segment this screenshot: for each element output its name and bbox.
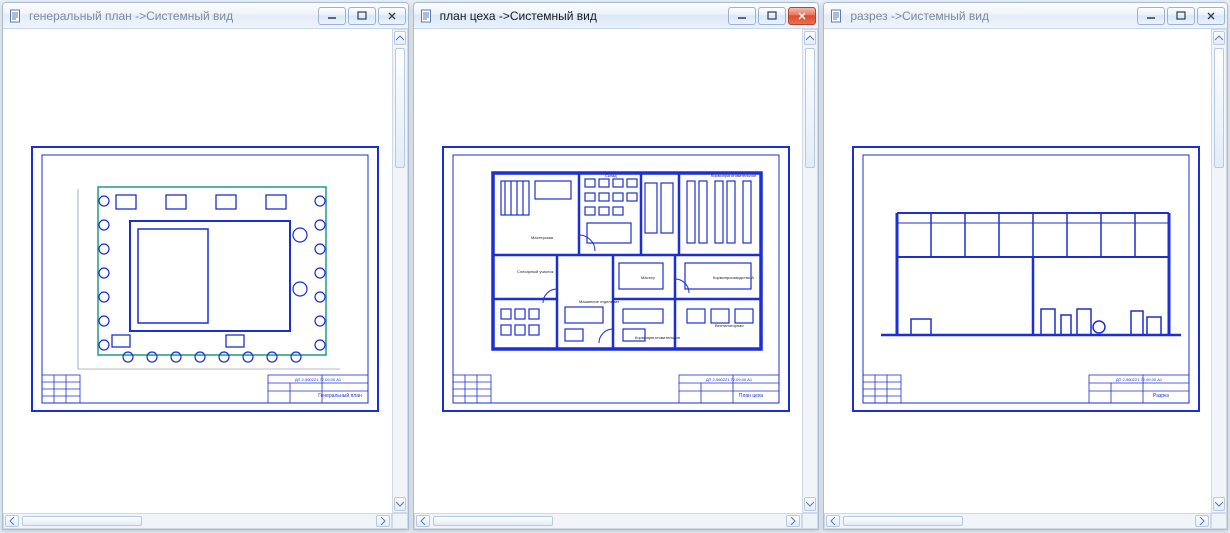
scroll-up-button[interactable] bbox=[394, 31, 406, 45]
scroll-thumb[interactable] bbox=[843, 516, 963, 526]
scroll-left-button[interactable] bbox=[5, 515, 19, 527]
drawing-viewport[interactable]: ДП 2-560221.72.09.00 А1 Генеральный план bbox=[3, 29, 408, 529]
close-button[interactable] bbox=[788, 7, 816, 25]
svg-text:План цеха: План цеха bbox=[739, 393, 763, 399]
scrollbar-horizontal[interactable] bbox=[824, 513, 1211, 529]
svg-text:Генеральный план: Генеральный план bbox=[319, 392, 363, 399]
svg-text:Разрез: Разрез bbox=[1153, 393, 1170, 399]
maximize-button[interactable] bbox=[758, 7, 786, 25]
svg-text:Мастер: Мастер bbox=[641, 275, 656, 280]
scrollbar-horizontal[interactable] bbox=[3, 513, 392, 529]
window-buttons bbox=[1137, 7, 1225, 25]
svg-text:Машинное отделение: Машинное отделение bbox=[579, 299, 620, 304]
scroll-thumb[interactable] bbox=[433, 516, 553, 526]
mdi-desktop: генеральный план ->Системный вид bbox=[0, 0, 1230, 532]
svg-text:Кормоприготовительное: Кормоприготовительное bbox=[711, 173, 757, 178]
scroll-thumb[interactable] bbox=[805, 48, 815, 168]
scrollbar-vertical[interactable] bbox=[1211, 29, 1227, 513]
document-icon bbox=[9, 9, 23, 23]
window-buttons bbox=[318, 7, 406, 25]
mdi-window-general-plan: генеральный план ->Системный вид bbox=[2, 2, 409, 530]
window-title: план цеха ->Системный вид bbox=[440, 9, 729, 23]
svg-text:Склад: Склад bbox=[605, 173, 617, 178]
svg-text:Мастерская: Мастерская bbox=[531, 235, 553, 240]
scroll-thumb[interactable] bbox=[22, 516, 142, 526]
maximize-button[interactable] bbox=[348, 7, 376, 25]
drawing-viewport[interactable]: Мастерская Склад Кормоприготовительное М… bbox=[414, 29, 819, 529]
scroll-right-button[interactable] bbox=[1195, 515, 1209, 527]
window-title: генеральный план ->Системный вид bbox=[29, 9, 318, 23]
mdi-window-section: разрез ->Системный вид bbox=[823, 2, 1228, 530]
scroll-thumb[interactable] bbox=[1214, 48, 1224, 168]
scroll-corner bbox=[1211, 513, 1227, 529]
scrollbar-horizontal[interactable] bbox=[414, 513, 803, 529]
scroll-up-button[interactable] bbox=[1213, 31, 1225, 45]
drawing-sheet-general-plan: ДП 2-560221.72.09.00 А1 Генеральный план bbox=[20, 139, 390, 419]
close-button[interactable] bbox=[1197, 7, 1225, 25]
document-icon bbox=[420, 9, 434, 23]
svg-text:Кормопроизводство А: Кормопроизводство А bbox=[713, 275, 754, 280]
mdi-window-floor-plan: план цеха ->Системный вид bbox=[413, 2, 820, 530]
window-title: разрез ->Системный вид bbox=[850, 9, 1137, 23]
drawing-sheet-section: ДП 2-560221.72.09.00 А1 Разрез bbox=[841, 139, 1211, 419]
minimize-button[interactable] bbox=[728, 7, 756, 25]
scroll-down-button[interactable] bbox=[804, 497, 816, 511]
titlebar[interactable]: план цеха ->Системный вид bbox=[414, 3, 819, 29]
minimize-button[interactable] bbox=[318, 7, 346, 25]
scroll-down-button[interactable] bbox=[1213, 497, 1225, 511]
close-button[interactable] bbox=[378, 7, 406, 25]
svg-text:ДП 2-560221.72.09.00 А1: ДП 2-560221.72.09.00 А1 bbox=[1116, 377, 1163, 382]
scroll-corner bbox=[802, 513, 818, 529]
svg-text:ДП 2-560221.72.09.00 А1: ДП 2-560221.72.09.00 А1 bbox=[706, 377, 753, 382]
minimize-button[interactable] bbox=[1137, 7, 1165, 25]
scroll-left-button[interactable] bbox=[826, 515, 840, 527]
document-icon bbox=[830, 9, 844, 23]
titlebar[interactable]: генеральный план ->Системный вид bbox=[3, 3, 408, 29]
svg-text:Слесарный участок: Слесарный участок bbox=[517, 269, 554, 274]
scroll-down-button[interactable] bbox=[394, 497, 406, 511]
scrollbar-vertical[interactable] bbox=[392, 29, 408, 513]
svg-text:ДП 2-560221.72.09.00 А1: ДП 2-560221.72.09.00 А1 bbox=[295, 377, 342, 382]
scrollbar-vertical[interactable] bbox=[802, 29, 818, 513]
scroll-up-button[interactable] bbox=[804, 31, 816, 45]
titlebar[interactable]: разрез ->Системный вид bbox=[824, 3, 1227, 29]
drawing-sheet-floor-plan: Мастерская Склад Кормоприготовительное М… bbox=[431, 139, 801, 419]
maximize-button[interactable] bbox=[1167, 7, 1195, 25]
scroll-right-button[interactable] bbox=[376, 515, 390, 527]
window-buttons bbox=[728, 7, 816, 25]
scroll-left-button[interactable] bbox=[416, 515, 430, 527]
scroll-right-button[interactable] bbox=[786, 515, 800, 527]
scroll-corner bbox=[392, 513, 408, 529]
svg-text:Кормоприготовительное: Кормоприготовительное bbox=[635, 335, 681, 340]
scroll-thumb[interactable] bbox=[395, 48, 405, 168]
svg-text:Вентиляторная: Вентиляторная bbox=[715, 323, 744, 328]
drawing-viewport[interactable]: ДП 2-560221.72.09.00 А1 Разрез bbox=[824, 29, 1227, 529]
